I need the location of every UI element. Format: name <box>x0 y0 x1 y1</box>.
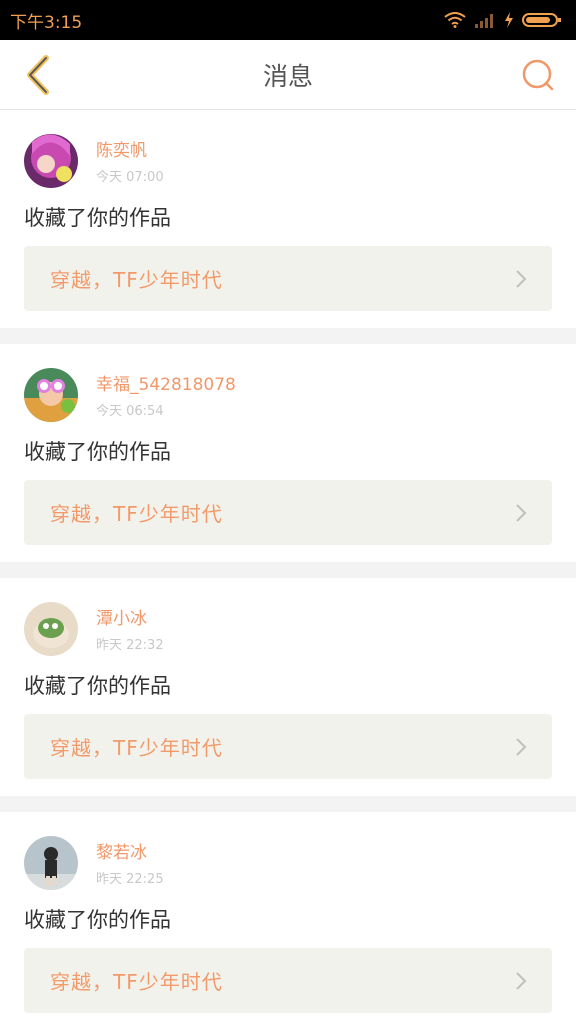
charging-icon <box>505 12 513 28</box>
work-title: 穿越，TF少年时代 <box>50 502 223 526</box>
work-link[interactable]: 穿越，TF少年时代 <box>24 246 552 311</box>
signal-icon <box>475 14 493 28</box>
back-button[interactable] <box>18 54 58 95</box>
work-link[interactable]: 穿越，TF少年时代 <box>24 480 552 545</box>
avatar[interactable] <box>24 134 78 188</box>
timestamp: 昨天 22:25 <box>96 872 164 887</box>
action-text: 收藏了你的作品 <box>24 908 171 932</box>
work-link[interactable]: 穿越，TF少年时代 <box>24 714 552 779</box>
work-title: 穿越，TF少年时代 <box>50 970 223 994</box>
search-icon <box>522 59 554 90</box>
divider <box>0 796 576 812</box>
status-icons <box>444 12 562 28</box>
message-card: 幸福_542818078 今天 06:54 收藏了你的作品 穿越，TF少年时代 <box>0 344 576 562</box>
divider <box>0 562 576 578</box>
work-link[interactable]: 穿越，TF少年时代 <box>24 948 552 1013</box>
chevron-right-icon <box>512 503 530 522</box>
wifi-icon <box>444 12 466 28</box>
avatar[interactable] <box>24 602 78 656</box>
timestamp: 今天 06:54 <box>96 404 164 419</box>
action-text: 收藏了你的作品 <box>24 440 171 464</box>
username[interactable]: 黎若冰 <box>96 842 164 864</box>
battery-icon <box>522 13 561 27</box>
avatar[interactable] <box>24 368 78 422</box>
message-card: 潭小冰 昨天 22:32 收藏了你的作品 穿越，TF少年时代 <box>0 578 576 796</box>
timestamp: 昨天 22:32 <box>96 638 164 653</box>
work-title: 穿越，TF少年时代 <box>50 736 223 760</box>
username[interactable]: 潭小冰 <box>96 608 164 630</box>
chevron-left-icon <box>27 54 49 95</box>
message-list: 陈奕帆 今天 07:00 收藏了你的作品 穿越，TF少年时代 幸福_542818… <box>0 110 576 1024</box>
username[interactable]: 陈奕帆 <box>96 140 164 162</box>
work-title: 穿越，TF少年时代 <box>50 268 223 292</box>
action-text: 收藏了你的作品 <box>24 206 171 230</box>
page-title: 消息 <box>262 61 313 91</box>
action-text: 收藏了你的作品 <box>24 674 171 698</box>
search-button[interactable] <box>518 55 558 95</box>
nav-bar: 消息 <box>0 40 576 110</box>
chevron-right-icon <box>512 971 530 990</box>
message-card: 黎若冰 昨天 22:25 收藏了你的作品 穿越，TF少年时代 <box>0 812 576 1024</box>
status-bar: 下午3:15 <box>0 0 576 40</box>
avatar[interactable] <box>24 836 78 890</box>
timestamp: 今天 07:00 <box>96 170 164 185</box>
divider <box>0 328 576 344</box>
message-card: 陈奕帆 今天 07:00 收藏了你的作品 穿越，TF少年时代 <box>0 110 576 328</box>
chevron-right-icon <box>512 269 530 288</box>
username[interactable]: 幸福_542818078 <box>96 374 236 396</box>
status-time: 下午3:15 <box>10 12 83 33</box>
chevron-right-icon <box>512 737 530 756</box>
